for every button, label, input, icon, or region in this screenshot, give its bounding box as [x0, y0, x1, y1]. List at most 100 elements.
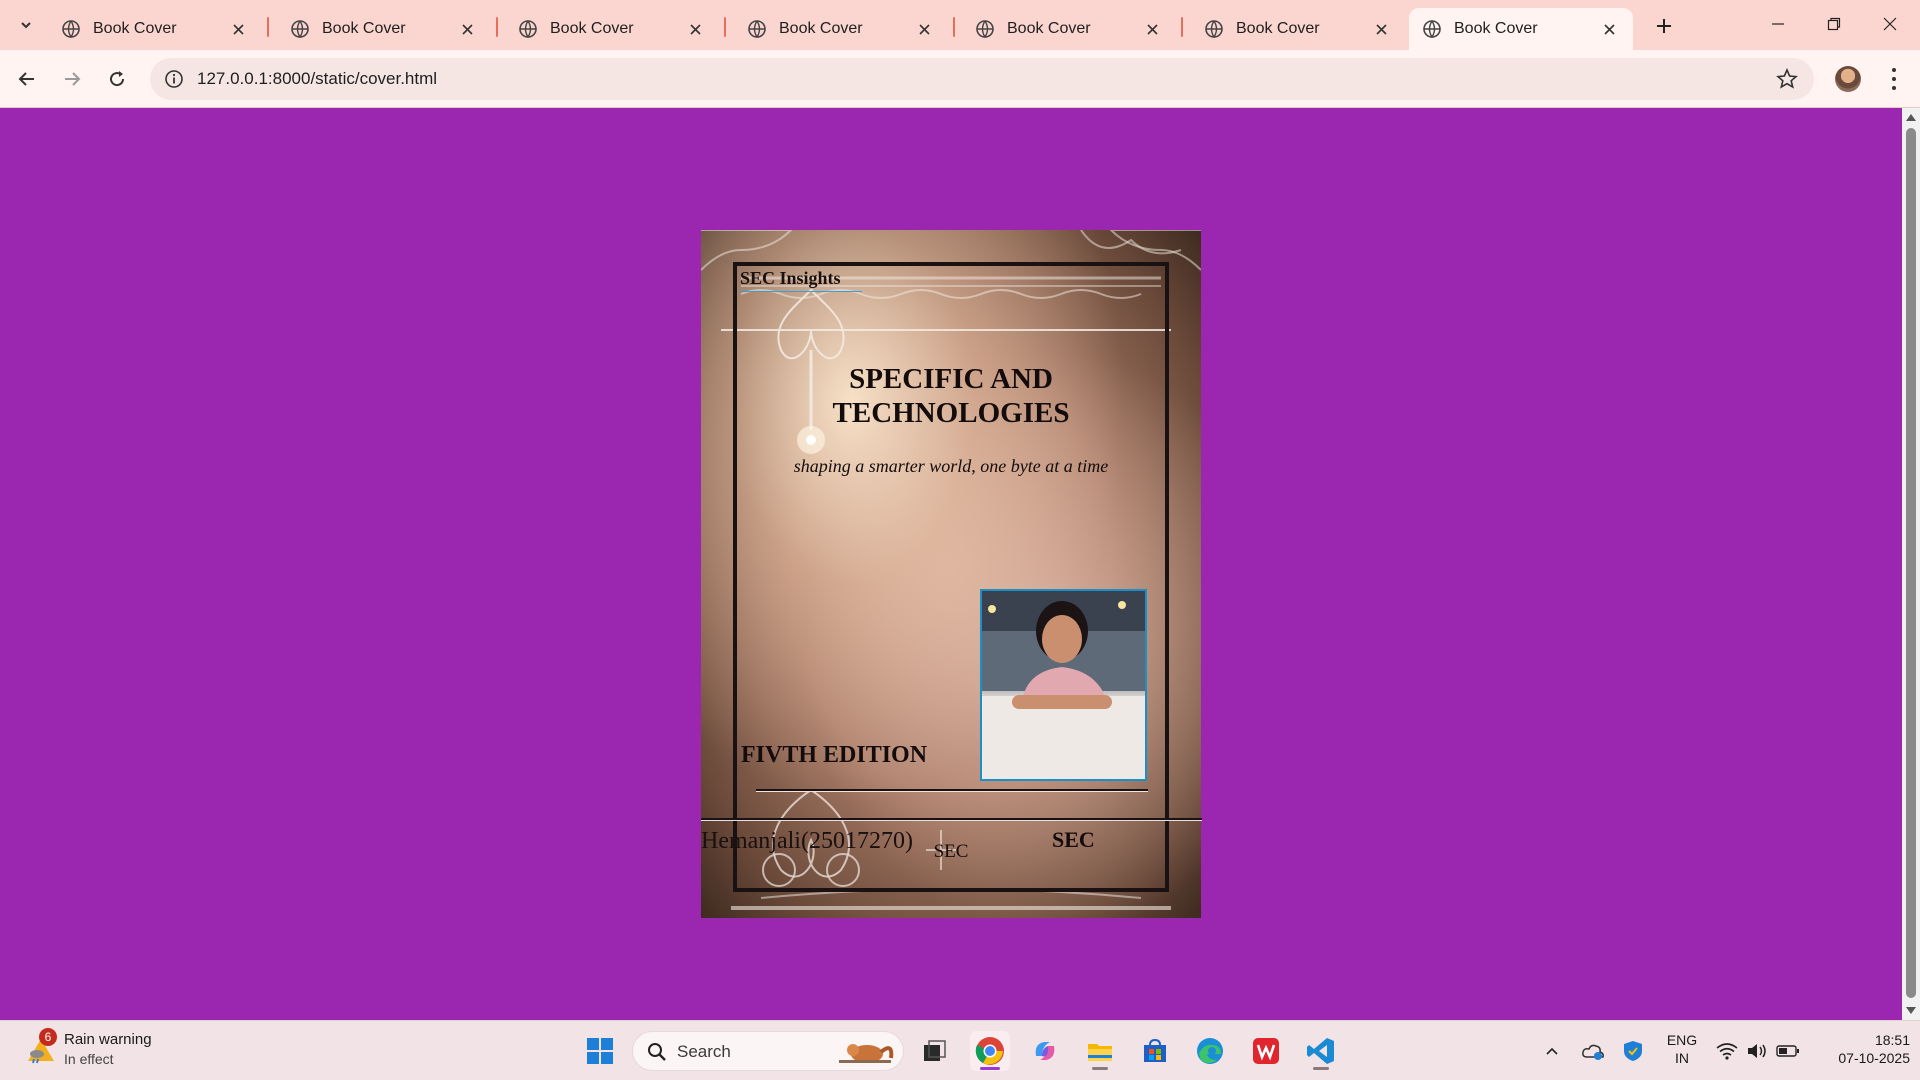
author-portrait-image [982, 591, 1145, 779]
taskbar-wps[interactable] [1246, 1031, 1286, 1071]
browser-tab[interactable]: Book Cover [277, 8, 491, 50]
clock-time: 18:51 [1874, 1032, 1910, 1048]
close-icon [232, 23, 244, 35]
author-name: Hemanjali(25017270) [701, 828, 913, 854]
new-tab-button[interactable] [1649, 11, 1679, 41]
chevron-up-icon [1546, 1047, 1558, 1055]
globe-icon [519, 20, 537, 38]
search-icon [648, 1043, 666, 1061]
taskbar-task-view[interactable] [914, 1031, 954, 1071]
windows-logo-icon [587, 1038, 613, 1064]
running-app-indicator [1092, 1067, 1108, 1070]
language-indicator[interactable]: ENG IN [1664, 1031, 1700, 1067]
browser-tab[interactable]: Book Cover [962, 8, 1176, 50]
close-icon [461, 23, 473, 35]
taskbar-vscode[interactable] [1301, 1031, 1341, 1071]
back-button[interactable] [10, 62, 44, 96]
close-window-button[interactable] [1862, 6, 1918, 42]
profile-avatar[interactable] [1835, 66, 1861, 92]
wps-icon [1253, 1038, 1279, 1064]
tab-title: Book Cover [1007, 20, 1091, 37]
browser-tab[interactable]: Book Cover [505, 8, 719, 50]
copilot-icon [1035, 1042, 1055, 1060]
chrome-icon [975, 1037, 1004, 1065]
weather-badge: 6 [39, 1028, 57, 1046]
book-title: SPECIFIC AND TECHNOLOGIES [832, 363, 1070, 429]
brand-title: SEC Insights [740, 268, 862, 292]
browser-tab[interactable]: Book Cover [1191, 8, 1405, 50]
restore-icon [1827, 17, 1841, 31]
tray-security[interactable] [1620, 1037, 1646, 1065]
taskbar-store[interactable] [1135, 1031, 1175, 1071]
scroll-up-arrow[interactable] [1906, 114, 1916, 121]
browser-tab[interactable]: Book Cover [734, 8, 948, 50]
tab-close-button[interactable] [1142, 19, 1162, 39]
clock-date: 07-10-2025 [1838, 1050, 1910, 1066]
tray-volume[interactable] [1744, 1037, 1770, 1065]
tray-battery[interactable] [1774, 1037, 1802, 1065]
tab-title: Book Cover [550, 20, 634, 37]
taskbar-search[interactable]: Search [632, 1031, 904, 1071]
shield-icon [1624, 1041, 1642, 1061]
tab-close-button[interactable] [228, 19, 248, 39]
tab-title: Book Cover [1454, 20, 1538, 37]
browser-menu-button[interactable] [1882, 66, 1906, 92]
tab-close-button[interactable] [1599, 19, 1619, 39]
restore-button[interactable] [1806, 6, 1862, 42]
tab-title: Book Cover [322, 20, 406, 37]
folder-icon [1088, 1044, 1112, 1061]
arrow-left-icon [18, 72, 34, 86]
forward-button[interactable] [55, 62, 89, 96]
search-highlight-image [839, 1044, 894, 1063]
close-icon [1603, 23, 1615, 35]
minimize-button[interactable] [1750, 6, 1806, 42]
book-tagline: shaping a smarter world, one byte at a t… [793, 456, 1109, 476]
tab-close-button[interactable] [1371, 19, 1391, 39]
tray-onedrive[interactable] [1580, 1037, 1606, 1065]
edition-divider [756, 789, 1148, 792]
bookmark-star-icon[interactable] [1776, 68, 1798, 90]
close-icon [918, 23, 930, 35]
clock[interactable]: 18:51 07-10-2025 [1810, 1031, 1910, 1067]
speaker-icon [1748, 1044, 1766, 1058]
close-icon [1883, 17, 1897, 31]
tab-title: Book Cover [93, 20, 177, 37]
taskbar-copilot[interactable] [1025, 1031, 1065, 1071]
wifi-icon [1716, 1043, 1738, 1060]
active-app-indicator [980, 1067, 1000, 1070]
taskbar-edge[interactable] [1190, 1031, 1230, 1071]
tray-overflow-button[interactable] [1540, 1037, 1564, 1065]
browser-tab[interactable]: Book Cover [48, 8, 262, 50]
minimize-icon [1772, 23, 1784, 25]
site-info-icon[interactable] [164, 69, 184, 89]
plus-icon [1657, 19, 1671, 33]
browser-tab[interactable]: Book Cover [1409, 8, 1633, 50]
address-bar[interactable]: 127.0.0.1:8000/static/cover.html [150, 58, 1814, 100]
taskbar-chrome[interactable] [970, 1031, 1010, 1071]
taskbar-file-explorer[interactable] [1080, 1031, 1120, 1071]
globe-icon [1423, 20, 1441, 38]
close-icon [689, 23, 701, 35]
start-button[interactable] [580, 1031, 620, 1071]
scroll-thumb[interactable] [1906, 128, 1916, 998]
book-cover: SEC Insights SPECIFIC AND TECHNOLOGIES s… [701, 230, 1201, 918]
page-scrollbar[interactable] [1902, 108, 1920, 1020]
scroll-down-arrow[interactable] [1906, 1007, 1916, 1014]
tab-close-button[interactable] [914, 19, 934, 39]
tab-close-button[interactable] [457, 19, 477, 39]
tray-wifi[interactable] [1714, 1037, 1740, 1065]
publisher-name: SEC [1052, 827, 1095, 852]
weather-subtitle: In effect [64, 1051, 114, 1067]
browser-toolbar: 127.0.0.1:8000/static/cover.html [0, 50, 1920, 108]
page-viewport: SEC Insights SPECIFIC AND TECHNOLOGIES s… [0, 108, 1902, 1020]
tab-search-button[interactable] [12, 11, 40, 39]
tab-separator [496, 17, 498, 37]
close-icon [1146, 23, 1158, 35]
url-text[interactable]: 127.0.0.1:8000/static/cover.html [197, 69, 437, 89]
vscode-icon [1307, 1038, 1334, 1064]
running-app-indicator [1313, 1067, 1329, 1070]
edition-label: FIVTH EDITION [741, 742, 928, 768]
reload-button[interactable] [100, 62, 134, 96]
store-icon [1144, 1038, 1166, 1062]
tab-close-button[interactable] [685, 19, 705, 39]
